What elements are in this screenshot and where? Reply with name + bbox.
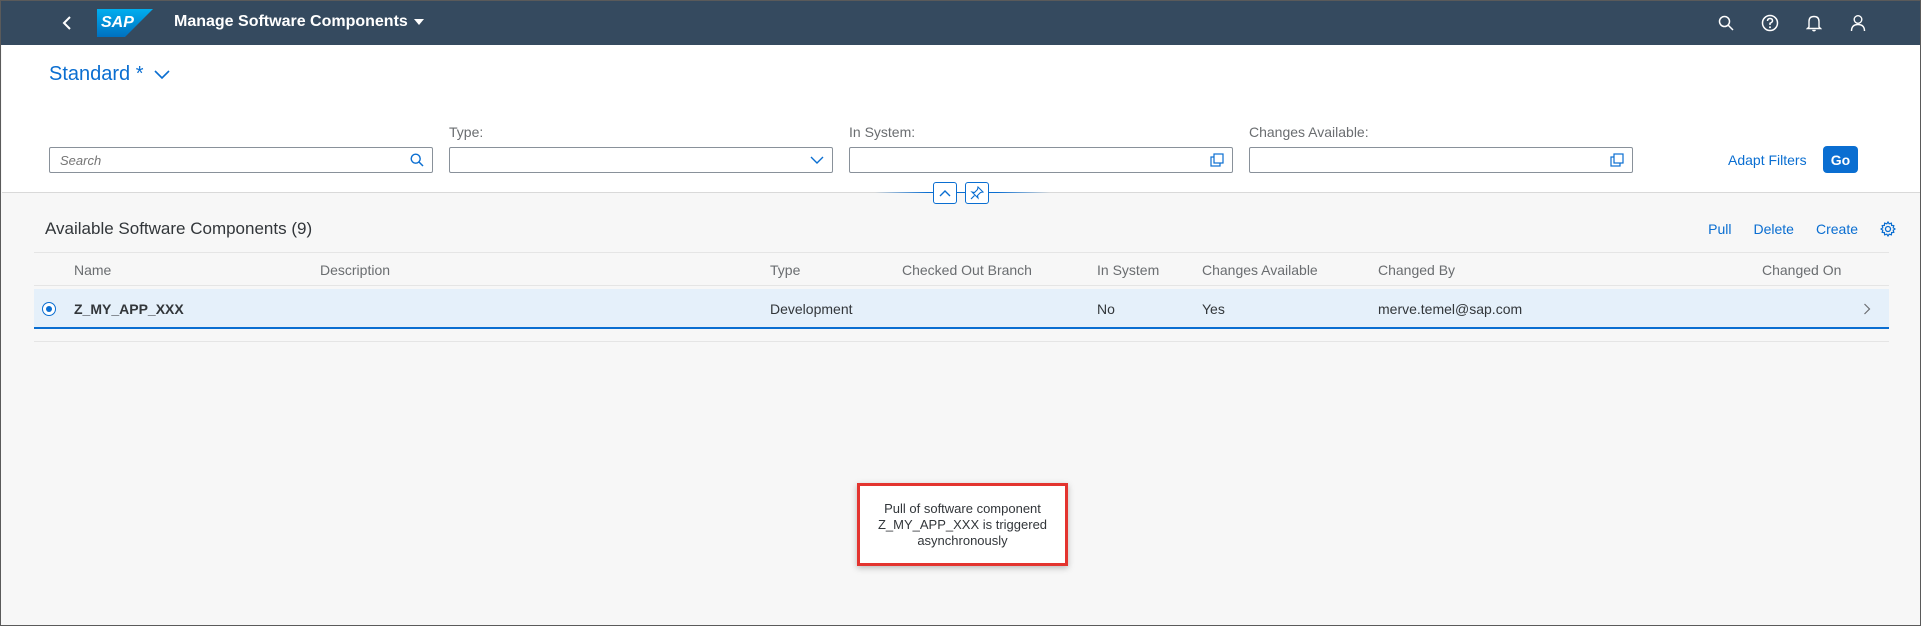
chevron-up-icon: [939, 190, 951, 197]
table-row[interactable]: Z_MY_APP_XXX Development No Yes merve.te…: [34, 289, 1889, 329]
settings-icon[interactable]: [1880, 221, 1896, 237]
sap-logo-text: SAP: [101, 14, 134, 31]
column-header-type[interactable]: Type: [770, 262, 800, 278]
cell-changes-available: Yes: [1202, 301, 1225, 317]
app-window: SAP Manage Software Components Standard …: [0, 0, 1921, 626]
user-profile-icon[interactable]: [1846, 11, 1870, 35]
create-button[interactable]: Create: [1816, 221, 1858, 237]
changes-available-label: Changes Available:: [1249, 124, 1369, 140]
adapt-filters-button[interactable]: Adapt Filters: [1728, 152, 1807, 168]
column-header-name[interactable]: Name: [74, 262, 111, 278]
chevron-down-icon: [153, 69, 170, 79]
caret-down-icon: [413, 19, 424, 25]
value-help-icon[interactable]: [1208, 151, 1226, 169]
filter-bar: Standard * Type: In System: Changes Avai…: [2, 45, 1920, 204]
app-title-menu[interactable]: Manage Software Components: [174, 13, 424, 31]
pin-icon: [970, 186, 984, 200]
collapse-header-button[interactable]: [933, 182, 957, 204]
in-system-field[interactable]: [849, 147, 1233, 173]
chevron-down-icon[interactable]: [808, 151, 826, 169]
in-system-label: In System:: [849, 124, 916, 140]
cell-name: Z_MY_APP_XXX: [74, 301, 184, 317]
search-input[interactable]: [50, 148, 432, 172]
value-help-icon[interactable]: [1608, 151, 1626, 169]
go-button[interactable]: Go: [1823, 146, 1858, 173]
cell-type: Development: [770, 301, 853, 317]
components-table: Name Description Type Checked Out Branch…: [34, 252, 1889, 342]
variant-selector[interactable]: Standard *: [49, 63, 170, 86]
toast-message: Pull of software component Z_MY_APP_XXX …: [857, 483, 1068, 566]
toast-text: Pull of software component Z_MY_APP_XXX …: [877, 500, 1048, 548]
pull-button[interactable]: Pull: [1708, 221, 1731, 237]
cell-changed-by: merve.temel@sap.com: [1378, 301, 1523, 317]
search-field[interactable]: [49, 147, 433, 173]
table-footer-divider: [34, 341, 1889, 342]
chevron-right-icon[interactable]: [1859, 300, 1875, 318]
row-select-radio[interactable]: [42, 302, 56, 316]
search-icon[interactable]: [408, 151, 426, 169]
app-title: Manage Software Components: [174, 13, 408, 30]
table-toolbar: Pull Delete Create: [1708, 221, 1896, 237]
shell-bar: SAP Manage Software Components: [1, 1, 1920, 45]
table-header: Name Description Type Checked Out Branch…: [34, 252, 1889, 286]
column-header-changed-on[interactable]: Changed On: [1762, 262, 1841, 278]
cell-in-system: No: [1097, 301, 1115, 317]
column-header-changes-available[interactable]: Changes Available: [1202, 262, 1318, 278]
sap-logo[interactable]: SAP: [97, 9, 153, 37]
column-header-changed-by[interactable]: Changed By: [1378, 262, 1455, 278]
column-header-in-system[interactable]: In System: [1097, 262, 1159, 278]
header-divider: [875, 192, 1050, 193]
search-icon[interactable]: [1714, 11, 1738, 35]
variant-name: Standard *: [49, 63, 144, 85]
help-icon[interactable]: [1758, 11, 1782, 35]
type-select[interactable]: [449, 147, 833, 173]
pin-header-button[interactable]: [965, 182, 989, 204]
column-header-description[interactable]: Description: [320, 262, 390, 278]
back-icon[interactable]: [55, 11, 79, 35]
column-header-checked-out-branch[interactable]: Checked Out Branch: [902, 262, 1032, 278]
notifications-icon[interactable]: [1802, 11, 1826, 35]
delete-button[interactable]: Delete: [1754, 221, 1794, 237]
table-title: Available Software Components (9): [45, 219, 313, 238]
type-label: Type:: [449, 124, 484, 140]
changes-available-field[interactable]: [1249, 147, 1633, 173]
